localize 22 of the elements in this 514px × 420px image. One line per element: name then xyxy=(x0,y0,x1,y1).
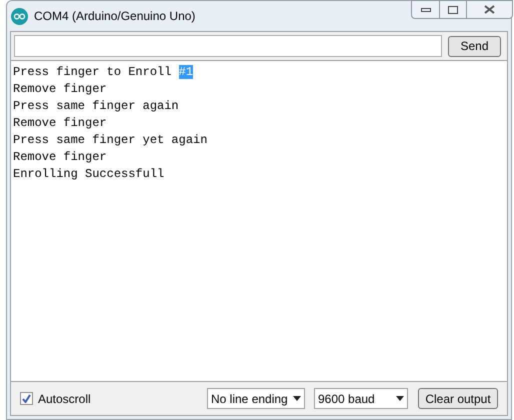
autoscroll-checkbox[interactable] xyxy=(20,392,33,405)
close-icon xyxy=(484,5,495,14)
caret-icon xyxy=(293,396,301,401)
infinity-logo-icon xyxy=(11,8,28,24)
baud-rate-dropdown[interactable]: 9600 baud xyxy=(314,388,408,409)
output-line: Press finger to Enroll #1 xyxy=(13,64,194,81)
caret-icon xyxy=(396,396,404,401)
check-icon xyxy=(22,394,31,403)
line-ending-dropdown[interactable]: No line ending xyxy=(207,388,305,409)
output-line: Press same finger yet again xyxy=(13,132,208,149)
maximize-icon xyxy=(448,6,458,14)
window-title: COM4 (Arduino/Genuino Uno) xyxy=(34,8,196,25)
output-line: Remove finger xyxy=(13,81,108,98)
output-line: Remove finger xyxy=(13,115,108,132)
minimize-icon xyxy=(420,8,430,12)
message-input[interactable] xyxy=(14,35,442,57)
autoscroll-label: Autoscroll xyxy=(38,390,91,408)
output-line: Enrolling Successfull xyxy=(13,166,166,183)
send-button[interactable]: Send xyxy=(448,36,501,56)
clear-output-button[interactable]: Clear output xyxy=(418,388,498,409)
output-line: Remove finger xyxy=(13,149,108,166)
output-line: Press same finger again xyxy=(13,98,180,115)
